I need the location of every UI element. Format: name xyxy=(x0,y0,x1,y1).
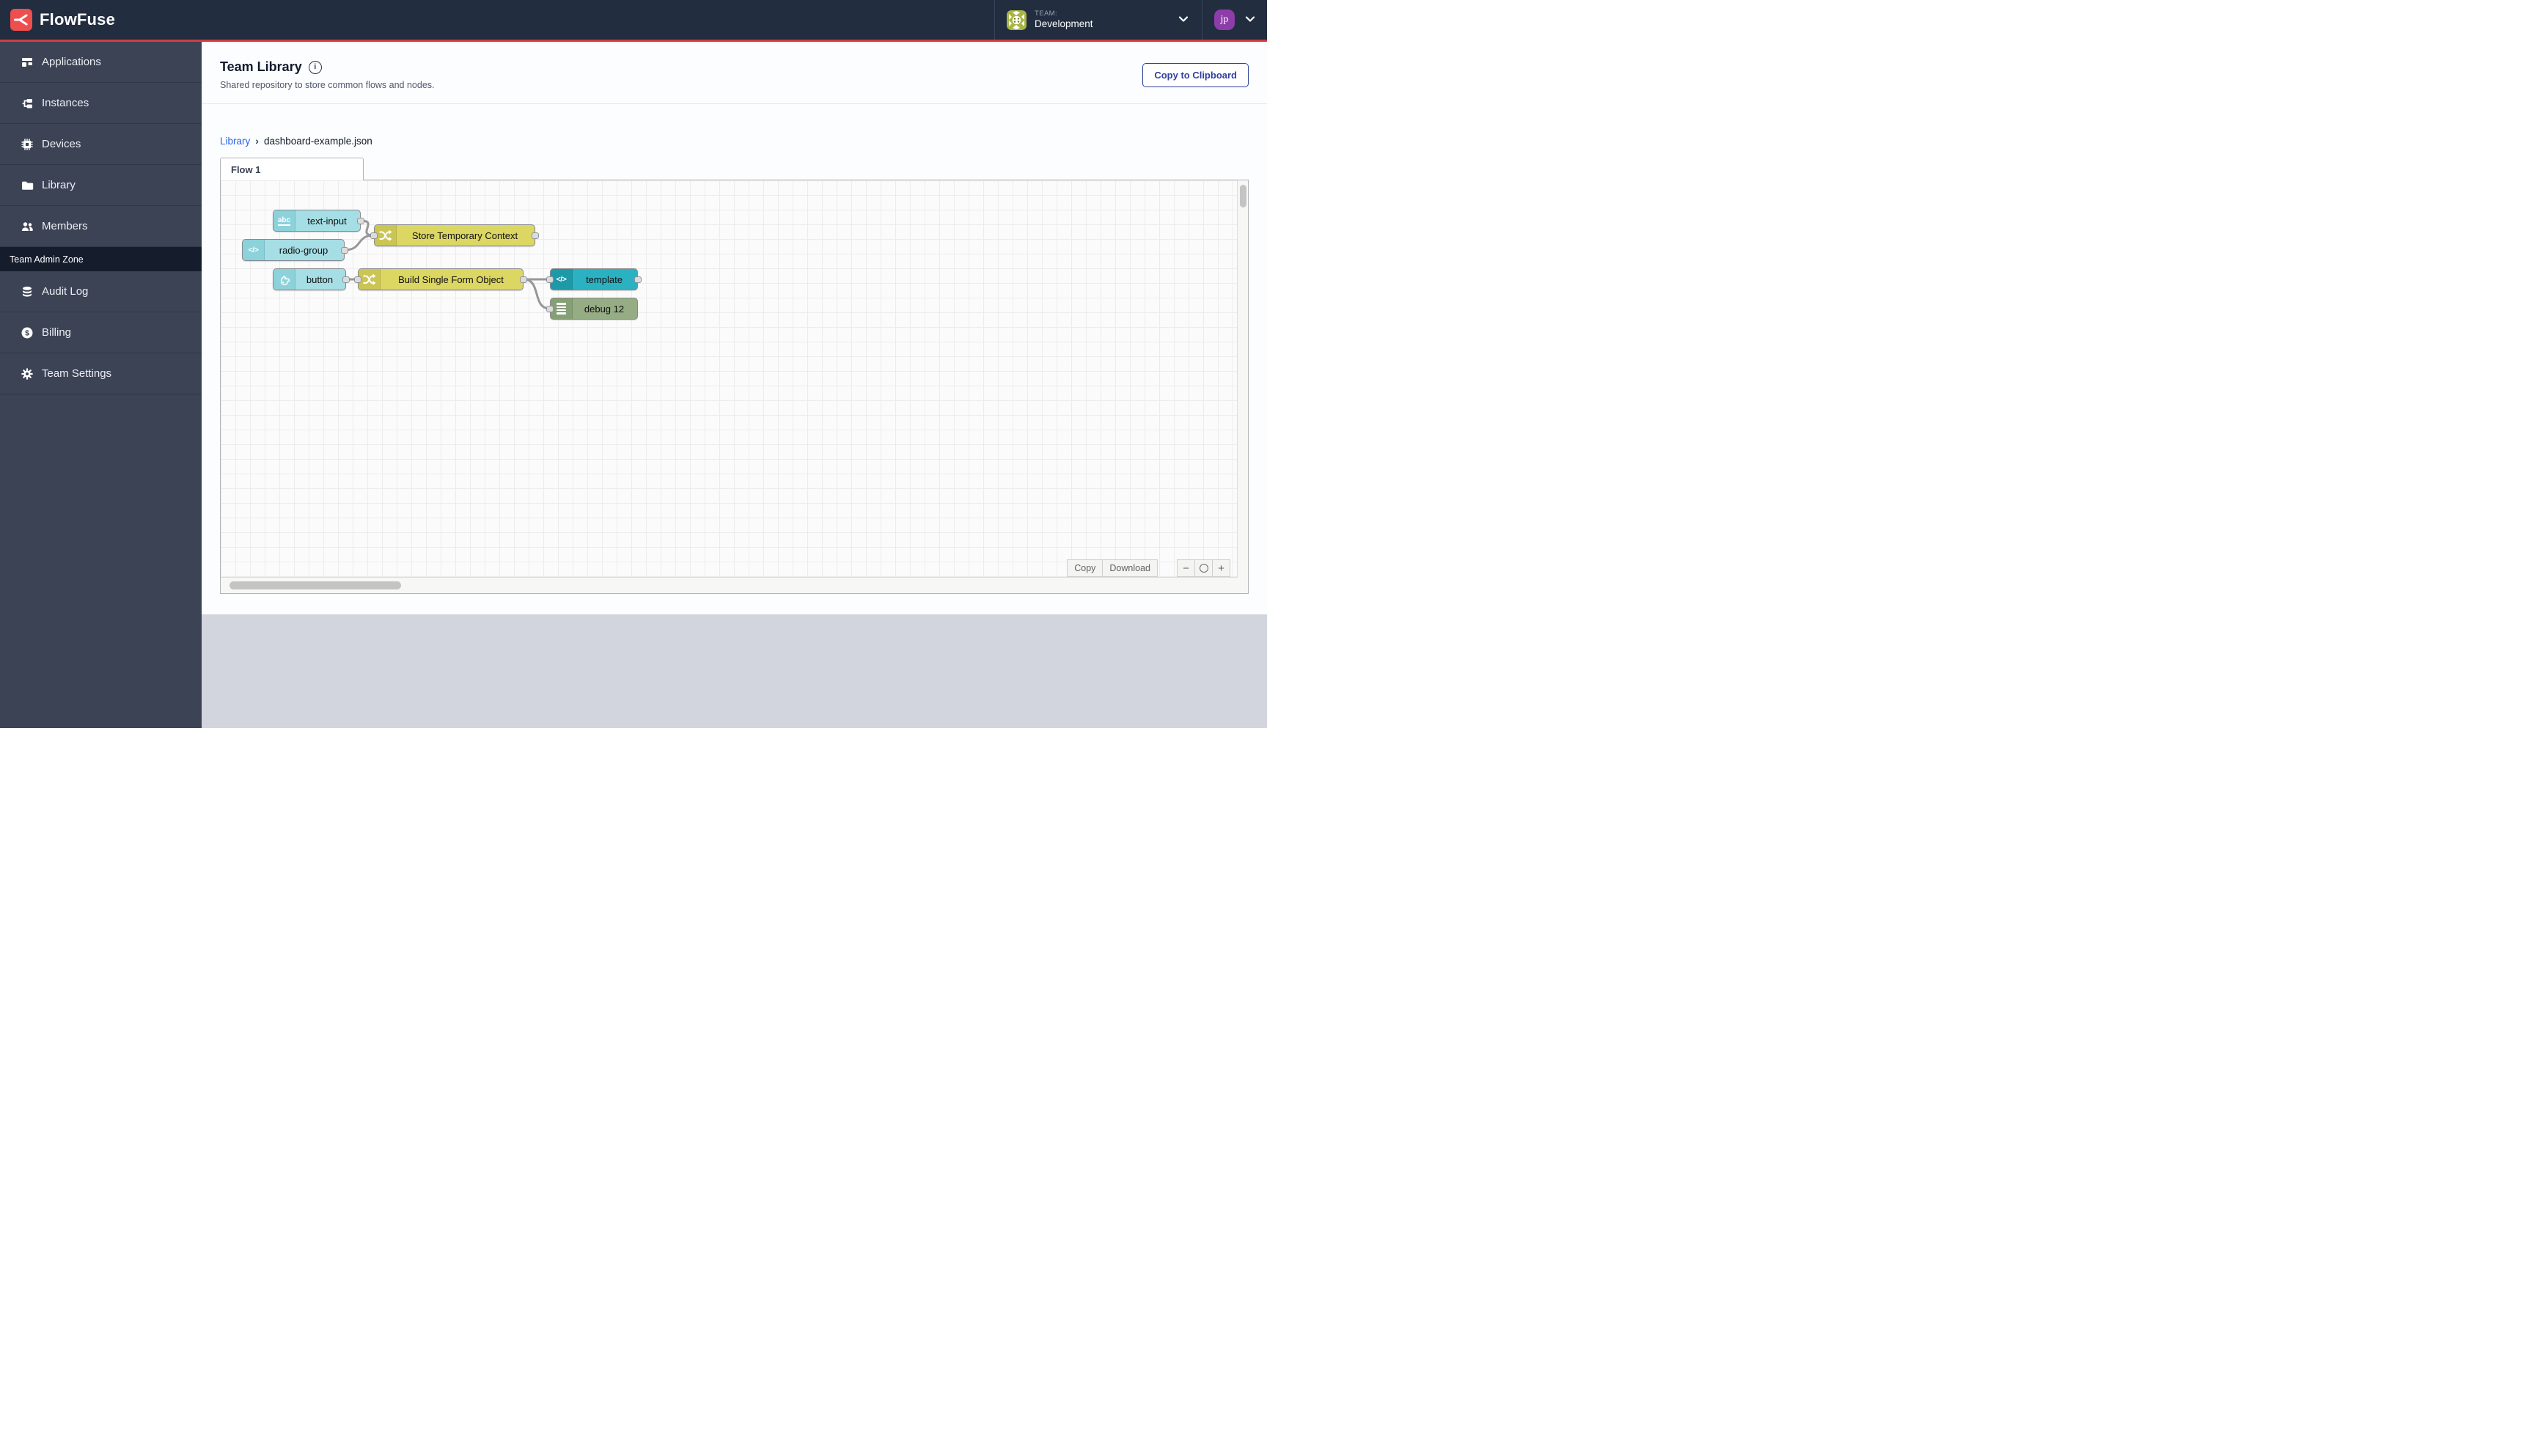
flow-node-build-obj[interactable]: Build Single Form Object xyxy=(358,268,524,290)
code-node-icon: </> xyxy=(551,269,573,290)
user-avatar: jp xyxy=(1214,10,1235,30)
input-port xyxy=(546,276,554,283)
flow-grid: abc text-input </> radio-group Store Tempora… xyxy=(221,180,1238,578)
billing-icon: $ xyxy=(21,326,34,339)
output-port xyxy=(532,232,539,239)
sidebar-item-label: Devices xyxy=(42,138,81,150)
sidebar-item-audit-log[interactable]: Audit Log xyxy=(0,271,202,312)
folder-icon xyxy=(21,179,34,192)
output-port xyxy=(520,276,527,283)
hand-node-icon xyxy=(273,269,295,290)
sidebar-item-label: Team Settings xyxy=(42,367,112,380)
sidebar-item-label: Instances xyxy=(42,97,89,109)
zoom-in-button[interactable]: + xyxy=(1212,559,1230,577)
flow-node-label: radio-group xyxy=(279,244,328,256)
list-node-icon xyxy=(551,298,573,319)
zoom-out-button[interactable]: − xyxy=(1177,559,1195,577)
flow-node-label: template xyxy=(586,273,623,285)
code-node-icon: </> xyxy=(243,240,265,260)
footer-area xyxy=(202,614,1267,728)
team-chevron-down-icon xyxy=(1178,13,1189,26)
flow-wire xyxy=(522,278,551,310)
members-icon xyxy=(21,220,34,233)
applications-icon xyxy=(21,56,34,69)
flow-wires xyxy=(343,219,551,310)
output-port xyxy=(342,276,350,283)
flowfuse-logo[interactable]: FlowFuse xyxy=(0,9,115,31)
sidebar-item-label: Library xyxy=(42,179,76,191)
zoom-reset-icon xyxy=(1199,564,1208,573)
canvas-copy-button[interactable]: Copy xyxy=(1067,559,1103,577)
flow-node-text-input[interactable]: abc text-input xyxy=(273,210,361,232)
flow-node-label: Store Temporary Context xyxy=(411,229,518,241)
team-switcher[interactable]: TEAM: Development xyxy=(994,0,1202,40)
output-port xyxy=(634,276,642,283)
flow-tab[interactable]: Flow 1 xyxy=(220,158,364,180)
sidebar-item-team-settings[interactable]: Team Settings xyxy=(0,353,202,394)
gear-icon xyxy=(21,367,34,380)
flow-node-label: Build Single Form Object xyxy=(398,273,504,285)
canvas-download-button[interactable]: Download xyxy=(1102,559,1158,577)
copy-to-clipboard-button[interactable]: Copy to Clipboard xyxy=(1142,63,1249,87)
shuffle-node-icon xyxy=(359,269,381,290)
main-content: Team Library i Shared repository to stor… xyxy=(202,42,1267,728)
flow-node-label: text-input xyxy=(307,215,347,227)
svg-text:$: $ xyxy=(25,328,29,337)
sidebar-item-applications[interactable]: Applications xyxy=(0,42,202,83)
user-chevron-down-icon xyxy=(1245,13,1255,26)
header-divider xyxy=(202,103,1267,104)
flow-node-button[interactable]: button xyxy=(273,268,346,290)
output-port xyxy=(341,246,348,254)
horizontal-scrollbar-thumb[interactable] xyxy=(229,581,401,589)
flow-node-radio-group[interactable]: </> radio-group xyxy=(242,239,345,261)
flowfuse-logo-icon xyxy=(10,9,32,31)
flow-node-label: debug 12 xyxy=(584,303,625,315)
sidebar-item-billing[interactable]: $ Billing xyxy=(0,312,202,353)
team-name: Development xyxy=(1035,18,1093,29)
team-admin-zone-label: Team Admin Zone xyxy=(0,247,202,271)
sidebar-item-label: Members xyxy=(42,220,88,232)
abc-node-icon: abc xyxy=(273,210,295,231)
page-title: Team Library xyxy=(220,59,302,74)
sidebar-item-label: Billing xyxy=(42,326,72,339)
team-label: TEAM: xyxy=(1035,9,1058,18)
flow-canvas[interactable]: abc text-input </> radio-group Store Tempora… xyxy=(220,180,1249,594)
flow-node-template[interactable]: </> template xyxy=(550,268,638,290)
shuffle-node-icon xyxy=(375,225,397,246)
sidebar-item-instances[interactable]: Instances xyxy=(0,83,202,124)
logo-text: FlowFuse xyxy=(40,10,116,29)
audit-log-icon xyxy=(21,285,34,298)
sidebar-item-label: Audit Log xyxy=(42,285,89,298)
breadcrumb-library-link[interactable]: Library xyxy=(220,136,250,147)
sidebar-item-devices[interactable]: Devices xyxy=(0,124,202,165)
flow-node-debug-12[interactable]: debug 12 xyxy=(550,298,638,320)
sidebar-item-label: Applications xyxy=(42,56,101,68)
info-icon[interactable]: i xyxy=(308,60,322,74)
flow-node-store-ctx[interactable]: Store Temporary Context xyxy=(374,224,535,246)
sidebar: Applications Instances Devices Library M… xyxy=(0,42,202,728)
sidebar-item-library[interactable]: Library xyxy=(0,165,202,206)
page-subtitle: Shared repository to store common flows … xyxy=(220,80,435,90)
devices-icon xyxy=(21,138,34,151)
breadcrumb-current: dashboard-example.json xyxy=(263,135,372,147)
input-port xyxy=(354,276,361,283)
output-port xyxy=(357,217,364,224)
team-avatar xyxy=(1007,10,1027,30)
app-root: FlowFuse TEAM: Development jp Applicatio… xyxy=(0,0,1267,728)
breadcrumb: Library › dashboard-example.json xyxy=(220,135,372,147)
top-header: FlowFuse TEAM: Development jp xyxy=(0,0,1267,42)
vertical-scrollbar-thumb[interactable] xyxy=(1240,185,1246,207)
zoom-reset-button[interactable] xyxy=(1194,559,1213,577)
breadcrumb-chevron-icon: › xyxy=(255,135,259,147)
flow-wire xyxy=(343,234,375,251)
input-port xyxy=(370,232,378,239)
vertical-scrollbar-track xyxy=(1238,180,1248,593)
user-menu[interactable]: jp xyxy=(1202,0,1267,40)
sidebar-item-members[interactable]: Members xyxy=(0,206,202,247)
input-port xyxy=(546,305,554,312)
flow-node-label: button xyxy=(306,273,334,285)
instances-icon xyxy=(21,97,34,110)
